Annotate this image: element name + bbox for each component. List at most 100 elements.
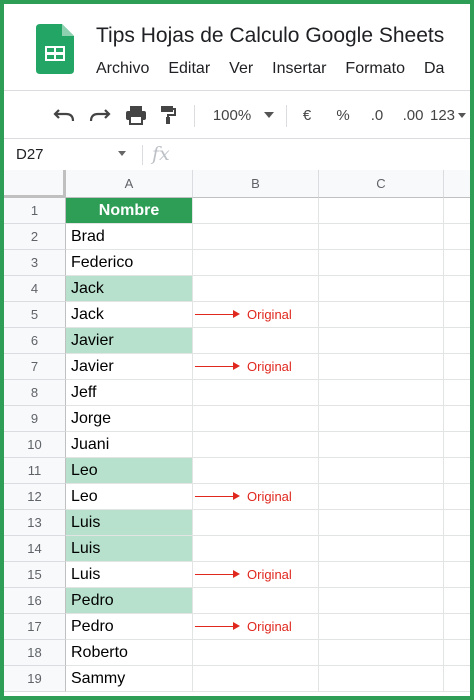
menu-datos[interactable]: Da [424, 60, 444, 77]
cell-d[interactable] [444, 276, 470, 302]
row-header[interactable]: 19 [4, 666, 66, 692]
cell-b[interactable] [193, 328, 319, 354]
row-header[interactable]: 13 [4, 510, 66, 536]
cell-c[interactable] [319, 458, 444, 484]
cell-c[interactable] [319, 276, 444, 302]
cell-name[interactable]: Brad [66, 224, 193, 250]
cell-b[interactable] [193, 640, 319, 666]
cell-c[interactable] [319, 302, 444, 328]
cell-d[interactable] [444, 380, 470, 406]
cell-c[interactable] [319, 328, 444, 354]
row-header[interactable]: 14 [4, 536, 66, 562]
dropdown-caret-icon[interactable] [118, 151, 126, 156]
cell-name[interactable]: Jack [66, 302, 193, 328]
cell-b[interactable] [193, 198, 319, 224]
undo-icon[interactable] [50, 91, 78, 139]
cell-c[interactable] [319, 224, 444, 250]
row-header[interactable]: 6 [4, 328, 66, 354]
cell-c[interactable] [319, 484, 444, 510]
cell-c[interactable] [319, 380, 444, 406]
cell-d[interactable] [444, 510, 470, 536]
cell-name[interactable]: Roberto [66, 640, 193, 666]
cell-b[interactable]: Original [193, 302, 319, 328]
row-header[interactable]: 12 [4, 484, 66, 510]
redo-icon[interactable] [86, 91, 114, 139]
cell-name[interactable]: Sammy [66, 666, 193, 692]
cell-name[interactable]: Pedro [66, 614, 193, 640]
menu-ver[interactable]: Ver [229, 60, 253, 77]
document-title[interactable]: Tips Hojas de Calculo Google Sheets [96, 24, 444, 48]
cell-b[interactable] [193, 666, 319, 692]
row-header[interactable]: 3 [4, 250, 66, 276]
select-all-corner[interactable] [4, 170, 66, 198]
zoom-select[interactable]: 100% [202, 91, 262, 139]
cell-d[interactable] [444, 432, 470, 458]
cell-name[interactable]: Juani [66, 432, 193, 458]
cell-name[interactable]: Pedro [66, 588, 193, 614]
cell-name[interactable]: Jeff [66, 380, 193, 406]
cell-c[interactable] [319, 198, 444, 224]
cell-name[interactable]: Luis [66, 510, 193, 536]
cell-d[interactable] [444, 458, 470, 484]
cell-name[interactable]: Jorge [66, 406, 193, 432]
print-icon[interactable] [122, 91, 150, 139]
cell-c[interactable] [319, 406, 444, 432]
row-header[interactable]: 2 [4, 224, 66, 250]
row-header[interactable]: 11 [4, 458, 66, 484]
increase-decimals-button[interactable]: .00 [396, 91, 430, 139]
column-header-b[interactable]: B [193, 170, 319, 198]
cell-c[interactable] [319, 562, 444, 588]
cell-b[interactable] [193, 250, 319, 276]
row-header[interactable]: 10 [4, 432, 66, 458]
cell-d[interactable] [444, 666, 470, 692]
cell-b[interactable] [193, 380, 319, 406]
row-header[interactable]: 4 [4, 276, 66, 302]
column-header-a[interactable]: A [66, 170, 193, 198]
cell-d[interactable] [444, 224, 470, 250]
cell-c[interactable] [319, 588, 444, 614]
cell-name[interactable]: Federico [66, 250, 193, 276]
cell-name[interactable]: Javier [66, 328, 193, 354]
row-header[interactable]: 1 [4, 198, 66, 224]
row-header[interactable]: 16 [4, 588, 66, 614]
cell-b[interactable]: Original [193, 562, 319, 588]
row-header[interactable]: 7 [4, 354, 66, 380]
cell-b[interactable] [193, 588, 319, 614]
menu-archivo[interactable]: Archivo [96, 60, 149, 77]
row-header[interactable]: 17 [4, 614, 66, 640]
cell-d[interactable] [444, 562, 470, 588]
header-cell-nombre[interactable]: Nombre [66, 198, 193, 224]
cell-b[interactable] [193, 406, 319, 432]
paint-format-icon[interactable] [156, 91, 180, 139]
cell-c[interactable] [319, 250, 444, 276]
column-header-d[interactable] [444, 170, 470, 198]
menu-editar[interactable]: Editar [168, 60, 210, 77]
cell-d[interactable] [444, 250, 470, 276]
cell-c[interactable] [319, 614, 444, 640]
row-header[interactable]: 5 [4, 302, 66, 328]
cell-b[interactable] [193, 224, 319, 250]
dropdown-caret-icon[interactable] [262, 91, 276, 139]
menu-formato[interactable]: Formato [345, 60, 405, 77]
currency-format-button[interactable]: € [296, 91, 318, 139]
cell-d[interactable] [444, 536, 470, 562]
more-formats-button[interactable]: 123 [430, 91, 466, 139]
cell-b[interactable] [193, 536, 319, 562]
cell-d[interactable] [444, 198, 470, 224]
cell-d[interactable] [444, 588, 470, 614]
cell-d[interactable] [444, 354, 470, 380]
cell-c[interactable] [319, 354, 444, 380]
cell-d[interactable] [444, 614, 470, 640]
cell-b[interactable] [193, 510, 319, 536]
cell-b[interactable]: Original [193, 354, 319, 380]
cell-name[interactable]: Luis [66, 562, 193, 588]
cell-b[interactable] [193, 276, 319, 302]
cell-d[interactable] [444, 406, 470, 432]
cell-d[interactable] [444, 484, 470, 510]
cell-name[interactable]: Leo [66, 484, 193, 510]
cell-d[interactable] [444, 640, 470, 666]
cell-c[interactable] [319, 510, 444, 536]
cell-b[interactable] [193, 432, 319, 458]
cell-b[interactable]: Original [193, 614, 319, 640]
cell-name[interactable]: Jack [66, 276, 193, 302]
